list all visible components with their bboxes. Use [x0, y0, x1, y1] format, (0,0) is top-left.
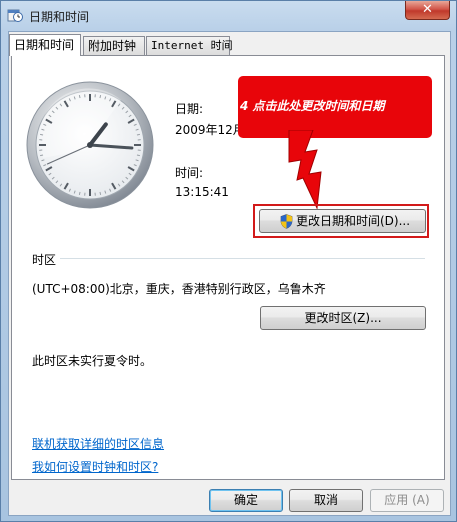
- clock-minute-tick: [40, 133, 44, 136]
- clock-minute-tick: [78, 95, 81, 99]
- timezone-divider: [60, 258, 425, 259]
- tab-additional-clocks[interactable]: 附加时钟: [83, 36, 145, 55]
- clock-minute-tick: [136, 133, 140, 136]
- clock-minute-tick: [99, 95, 102, 99]
- cancel-button[interactable]: 取消: [289, 489, 363, 512]
- ok-button[interactable]: 确定: [209, 489, 283, 512]
- clock-minute-tick: [78, 191, 81, 195]
- lightning-pointer-icon: [288, 130, 322, 210]
- date-label: 日期:: [175, 102, 204, 116]
- timezone-value: (UTC+08:00)北京，重庆，香港特别行政区，乌鲁木齐: [32, 282, 326, 296]
- how-to-set-link[interactable]: 我如何设置时钟和时区?: [32, 458, 158, 475]
- clock-minute-tick: [99, 191, 102, 195]
- clock-minute-tick: [136, 154, 140, 157]
- title-bar[interactable]: 日期和时间 ✕: [1, 1, 457, 31]
- dst-note: 此时区未实行夏令时。: [32, 354, 153, 368]
- change-datetime-label: 更改日期和时间(D)...: [296, 214, 411, 228]
- clock-minute-tick: [40, 154, 44, 157]
- analog-clock: [26, 81, 154, 209]
- close-button[interactable]: ✕: [405, 1, 450, 20]
- annotation-text: 4 点击此处更改时间和日期: [240, 99, 385, 113]
- timezone-header: 时区: [32, 253, 57, 267]
- tab-internet-time[interactable]: Internet 时间: [146, 36, 233, 55]
- apply-button[interactable]: 应用 (A): [370, 489, 444, 512]
- date-value: 2009年12月: [175, 123, 245, 137]
- calendar-clock-icon: [7, 9, 23, 22]
- time-value: 13:15:41: [175, 185, 229, 199]
- change-datetime-button[interactable]: 更改日期和时间(D)...: [259, 209, 426, 233]
- window-title: 日期和时间: [29, 10, 90, 24]
- tab-date-time[interactable]: 日期和时间: [9, 34, 81, 56]
- uac-shield-icon: [280, 214, 293, 229]
- online-timezone-info-link[interactable]: 联机获取详细的时区信息: [32, 435, 164, 452]
- change-timezone-button[interactable]: 更改时区(Z)...: [260, 306, 426, 330]
- time-label: 时间:: [175, 166, 204, 180]
